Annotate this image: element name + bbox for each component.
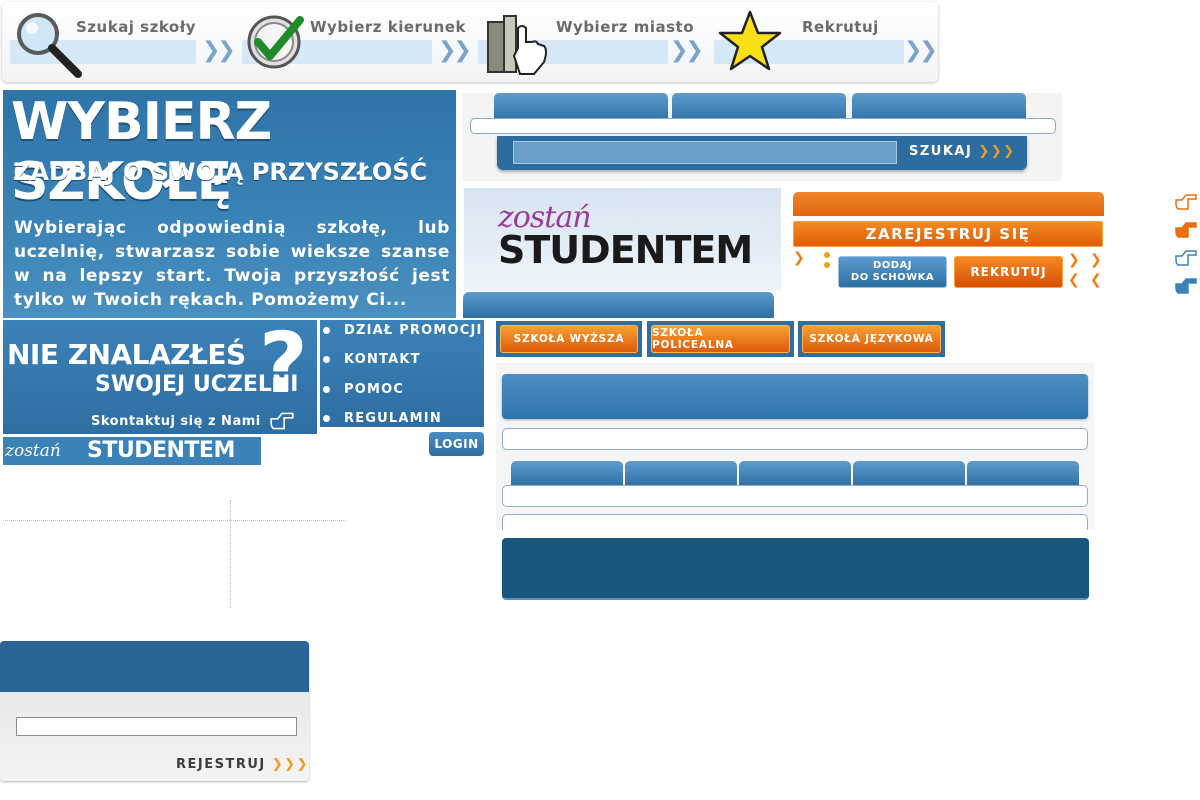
small-logo[interactable]: zostań STUDENTEM [3,437,261,465]
chevron-right-icon[interactable]: ❯ [1090,252,1102,268]
menu-item-rules[interactable]: REGULAMIN [320,405,484,431]
menu-item-promotion[interactable]: DZIAŁ PROMOCJI [320,317,484,343]
search-criteria-field[interactable] [470,118,1056,134]
results-field[interactable] [502,485,1088,507]
results-tab[interactable] [967,461,1079,487]
add-button-line2: DO SCHOWKA [850,272,935,283]
step-arrows: ❯❯ [670,38,704,63]
menu-item-label: REGULAMIN [344,410,442,426]
results-tab[interactable] [739,461,851,487]
dark-content-box [502,538,1089,600]
small-logo-line2: STUDENTEM [87,438,235,463]
checkmark-icon[interactable] [246,12,306,72]
chevron-right-icon: ❯ [793,250,805,266]
chevron-left-icon[interactable]: ❮ [1090,272,1102,288]
steps-strip: Szukaj szkoły ❯❯ Wybierz kierunek ❯❯ Wyb… [2,2,938,82]
recruit-button[interactable]: REKRUTUJ [954,256,1063,288]
step-label-recruit[interactable]: Rekrutuj [802,18,879,36]
category-tab-university[interactable]: SZKOŁA WYŻSZA [496,321,642,357]
step-arrows: ❯❯ [202,38,236,63]
bullet-icon [323,385,330,393]
divider [230,500,231,608]
star-icon[interactable] [718,10,782,72]
search-box: SZUKAJ ❯❯❯ [497,136,1027,170]
menu-item-help[interactable]: POMOC [320,376,484,402]
register-box-header [0,641,309,692]
results-field[interactable] [502,514,1088,530]
banner-line2: STUDENTEM [498,228,753,272]
pointing-hand-icon[interactable] [1174,220,1198,240]
step-label-city[interactable]: Wybierz miasto [556,18,694,36]
pointing-hand-icon[interactable] [1174,192,1198,212]
login-button[interactable]: LOGIN [429,432,484,456]
chevron-right-icon[interactable]: ❯ [1068,252,1080,268]
chevron-left-icon[interactable]: ❮ [1068,272,1080,288]
bullet-icon [824,262,830,268]
magnifier-icon[interactable] [12,8,84,80]
search-panel: SZUKAJ ❯❯❯ [462,93,1062,181]
menu-item-contact[interactable]: KONTAKT [320,346,484,372]
hero-title: WYBIERZ SZKOŁĘ [11,92,272,212]
pointing-hand-icon[interactable] [1174,248,1198,268]
not-found-panel[interactable]: NIE ZNALAZŁEŚ SWOJEJ UCZELNI ? Skontaktu… [3,314,317,434]
category-label: SZKOŁA POLICEALNA [651,325,790,353]
bullet-icon [323,326,330,334]
category-tab-language[interactable]: SZKOŁA JĘZYKOWA [798,321,945,357]
banner-tab[interactable] [463,292,774,318]
add-button-line1: DODAJ [872,260,913,271]
results-field[interactable] [502,428,1088,450]
register-input[interactable] [16,717,297,736]
city-hand-icon[interactable] [484,12,550,76]
step-label-direction[interactable]: Wybierz kierunek [310,18,466,36]
menu-item-label: DZIAŁ PROMOCJI [344,322,483,338]
contact-us-link[interactable]: Skontaktuj się z Nami [91,414,261,429]
hero-text: Wybierając odpowiednią szkołę, lub uczel… [14,218,450,310]
bullet-icon [323,355,330,363]
results-tab[interactable] [511,461,623,487]
register-submit-label: REJESTRUJ [176,757,266,772]
bullet-icon [323,414,330,422]
category-label: SZKOŁA JĘZYKOWA [802,325,941,353]
register-button[interactable]: ZAREJESTRUJ SIĘ [793,221,1103,247]
step-label-search[interactable]: Szukaj szkoły [76,18,196,36]
bullet-icon [824,252,830,258]
pointing-hand-icon [270,412,294,430]
hero-subtitle: ZADBAJ O SWOJĄ PRZYSZŁOŚĆ [13,158,428,186]
results-tab[interactable] [625,461,737,487]
menu-item-label: POMOC [344,381,405,397]
small-logo-line1: zostań [5,441,61,461]
not-found-line1: NIE ZNALAZŁEŚ [7,338,246,371]
add-to-clipboard-button[interactable]: DODAJ DO SCHOWKA [838,256,947,288]
hero-panel: WYBIERZ SZKOŁĘ ZADBAJ O SWOJĄ PRZYSZŁOŚĆ… [3,90,456,318]
results-tab[interactable] [853,461,965,487]
footer-menu: DZIAŁ PROMOCJI KONTAKT POMOC REGULAMIN [320,320,484,427]
category-label: SZKOŁA WYŻSZA [500,325,638,353]
chevrons-icon: ❯❯❯ [978,144,1016,159]
category-tab-post-secondary[interactable]: SZKOŁA POLICEALNA [647,321,794,357]
search-button-label: SZUKAJ [909,144,973,159]
results-header [502,374,1088,419]
search-button[interactable]: SZUKAJ ❯❯❯ [909,144,1016,159]
banner-zostan-studentem[interactable]: zostań STUDENTEM [464,188,781,291]
menu-item-label: KONTAKT [344,351,421,367]
pointing-hand-icon[interactable] [1174,276,1198,296]
divider [3,520,346,521]
register-header [793,192,1104,216]
question-mark: ? [259,314,308,412]
step-arrows: ❯❯ [438,38,472,63]
register-box: REJESTRUJ ❯❯❯ [0,641,309,781]
search-input[interactable] [513,141,897,164]
step-arrows: ❯❯ [904,38,938,63]
chevrons-icon: ❯❯❯ [271,757,309,772]
register-submit-button[interactable]: REJESTRUJ ❯❯❯ [176,757,309,772]
